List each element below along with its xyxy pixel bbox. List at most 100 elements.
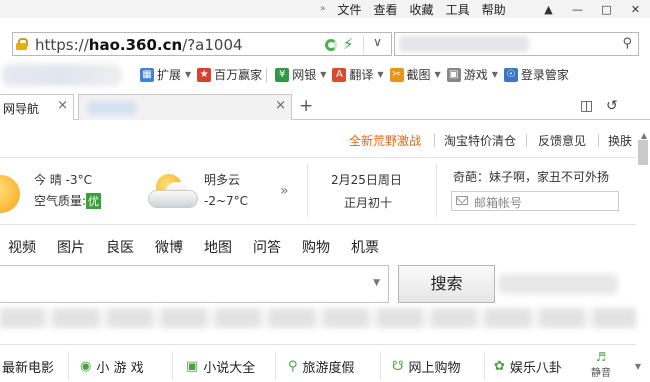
menu-help[interactable]: 帮助: [482, 1, 506, 18]
close-icon[interactable]: ×: [275, 98, 286, 113]
link-promo-game[interactable]: 全新荒野激战: [349, 132, 421, 149]
minimize-icon[interactable]: —: [563, 0, 592, 18]
partly-cloudy-icon: [148, 174, 200, 210]
ext-screenshot[interactable]: ✂ 截图: [389, 66, 431, 83]
divider: [484, 351, 485, 379]
search-icon[interactable]: ⚲: [622, 36, 632, 51]
nav-latest-movies[interactable]: 最新电影: [2, 357, 54, 376]
nav-mini-games[interactable]: ◉ 小 游 戏: [80, 357, 144, 376]
redacted-hot-words: [0, 308, 636, 328]
chevron-down-icon[interactable]: ▼: [373, 278, 380, 288]
today-weather[interactable]: 今 晴 -3°C: [34, 171, 92, 188]
ext-expand[interactable]: ▦ 扩展: [140, 66, 181, 83]
menu-file[interactable]: 文件: [338, 1, 362, 18]
cart-icon: ☋: [392, 359, 404, 374]
ext-million-winner[interactable]: ★ 百万赢家: [197, 66, 262, 83]
window-controls: ▲ — □ ✕: [534, 0, 650, 18]
divider: [172, 351, 173, 379]
shirt-icon[interactable]: ▲: [534, 0, 563, 18]
menu-bar: » 文件 查看 收藏 工具 帮助 ▲ — □ ✕: [0, 0, 650, 18]
tab-list-icon[interactable]: ◫: [580, 98, 593, 114]
scrollbar-thumb[interactable]: [638, 140, 648, 165]
category-nav: 最新电影 ◉ 小 游 戏 ▣ 小说大全 ⚲ 旅游度假 ☋ 网上购物 ✿ 娱乐八卦: [0, 344, 636, 382]
url-input[interactable]: https://hao.360.cn/?a1004 ⚡ ∨: [12, 32, 392, 56]
book-icon: ▣: [186, 359, 199, 374]
divider: [380, 351, 381, 379]
chevron-down-icon[interactable]: ▼: [377, 70, 383, 79]
scroll-down-arrow-icon[interactable]: ▼: [635, 362, 641, 371]
tab-hao360[interactable]: 网导航 ×: [0, 94, 74, 120]
new-tab-button[interactable]: +: [299, 96, 313, 116]
search-button[interactable]: 搜索: [398, 265, 495, 303]
tomorrow-condition[interactable]: 明多云: [204, 171, 240, 188]
divider: [434, 134, 435, 147]
extension-list: ▦ 扩展 ▼ ★ 百万赢家 ¥ 网银 ▼ A 翻译 ▼ ✂ 截图 ▼ ▣ 游戏 ▼ ☉ 登录管…: [140, 66, 573, 83]
undo-close-icon[interactable]: ↺: [606, 98, 618, 114]
lock-icon: [16, 38, 28, 50]
menu-favorites[interactable]: 收藏: [410, 1, 434, 18]
chevron-down-icon[interactable]: ▼: [435, 70, 441, 79]
search-cat-video[interactable]: 视频: [8, 237, 36, 257]
url-dropdown-chevron-icon[interactable]: ∨: [363, 35, 391, 54]
date-lunar: 正月初十: [344, 196, 393, 210]
chevron-down-icon[interactable]: ▼: [320, 70, 326, 79]
mute-button[interactable]: ♬ 静音: [588, 350, 614, 379]
menu-tools[interactable]: 工具: [446, 1, 470, 18]
reload-icon[interactable]: [325, 39, 337, 51]
scroll-up-arrow-icon[interactable]: ▲: [641, 131, 647, 140]
address-bar: https://hao.360.cn/?a1004 ⚡ ∨ ⚲: [0, 28, 650, 60]
tab-label: 网导航: [3, 102, 40, 116]
nav-travel[interactable]: ⚲ 旅游度假: [288, 357, 355, 376]
translate-icon: A: [332, 67, 347, 82]
tab-redacted[interactable]: ×: [78, 94, 292, 120]
chevron-down-icon[interactable]: ▼: [185, 70, 191, 79]
ext-translate[interactable]: A 翻译: [332, 66, 373, 83]
entertainment-icon: ✿: [494, 359, 505, 374]
search-cat-image[interactable]: 图片: [57, 237, 85, 257]
tomorrow-temp: -2~7°C: [204, 194, 249, 208]
search-cat-map[interactable]: 地图: [204, 237, 232, 257]
nav-novels[interactable]: ▣ 小说大全: [186, 357, 255, 376]
close-icon[interactable]: ×: [57, 98, 68, 113]
grid-icon: ▦: [140, 67, 154, 82]
search-cat-flight[interactable]: 机票: [351, 237, 379, 257]
tab-bar: 网导航 × ×: [0, 92, 650, 120]
search-cat-weibo[interactable]: 微博: [155, 237, 183, 257]
redacted-tab-title: [87, 101, 137, 115]
ext-online-bank[interactable]: ¥ 网银: [275, 66, 316, 83]
gamepad-icon: ▣: [446, 67, 461, 82]
link-change-skin[interactable]: 换肤: [608, 132, 632, 149]
ext-games[interactable]: ▣ 游戏: [446, 66, 488, 83]
headline-quote[interactable]: 奇葩：妹子啊，家丑不可外扬: [453, 168, 609, 185]
search-cat-shopping[interactable]: 购物: [302, 237, 330, 257]
menu-overflow-chevron[interactable]: »: [320, 4, 326, 14]
login-icon: ☉: [503, 67, 518, 82]
close-icon[interactable]: ✕: [621, 0, 650, 18]
toolbar-search-input[interactable]: ⚲: [394, 32, 639, 56]
extension-toolbar: ▦ 扩展 ▼ ★ 百万赢家 ¥ 网银 ▼ A 翻译 ▼ ✂ 截图 ▼ ▣ 游戏 ▼ ☉ 登录管…: [0, 62, 650, 88]
top-links: 全新荒野激战 淘宝特价清仓 反馈意见 换肤: [0, 128, 650, 152]
nav-shopping[interactable]: ☋ 网上购物: [392, 357, 461, 376]
nav-entertainment[interactable]: ✿ 娱乐八卦: [494, 357, 562, 376]
url-text: https://hao.360.cn/?a1004: [35, 36, 243, 54]
speed-mode-icon[interactable]: ⚡: [343, 35, 354, 53]
mail-account-input[interactable]: 邮箱帐号: [451, 191, 619, 211]
chevron-down-icon[interactable]: ▼: [492, 70, 498, 79]
maximize-icon[interactable]: □: [592, 0, 621, 18]
redacted-bookmarks: [2, 64, 122, 86]
air-quality[interactable]: 空气质量: 优: [34, 192, 102, 209]
envelope-icon: [456, 196, 468, 205]
main-search-input[interactable]: ▼: [0, 265, 389, 303]
menu-view[interactable]: 查看: [374, 1, 398, 18]
search-category-tabs: 视频 图片 良医 微博 地图 问答 购物 机票: [8, 237, 400, 257]
date-gregorian[interactable]: 2月25日周日: [331, 171, 402, 188]
divider: [598, 134, 599, 147]
link-taobao-sale[interactable]: 淘宝特价清仓: [444, 132, 516, 149]
mail-placeholder: 邮箱帐号: [474, 196, 523, 210]
search-cat-qa[interactable]: 问答: [253, 237, 281, 257]
bank-icon: ¥: [275, 67, 290, 82]
more-weather-icon[interactable]: »: [280, 183, 289, 199]
link-feedback[interactable]: 反馈意见: [538, 132, 586, 149]
ext-login-manager[interactable]: ☉ 登录管家: [503, 66, 569, 83]
search-cat-doctor[interactable]: 良医: [106, 237, 134, 257]
